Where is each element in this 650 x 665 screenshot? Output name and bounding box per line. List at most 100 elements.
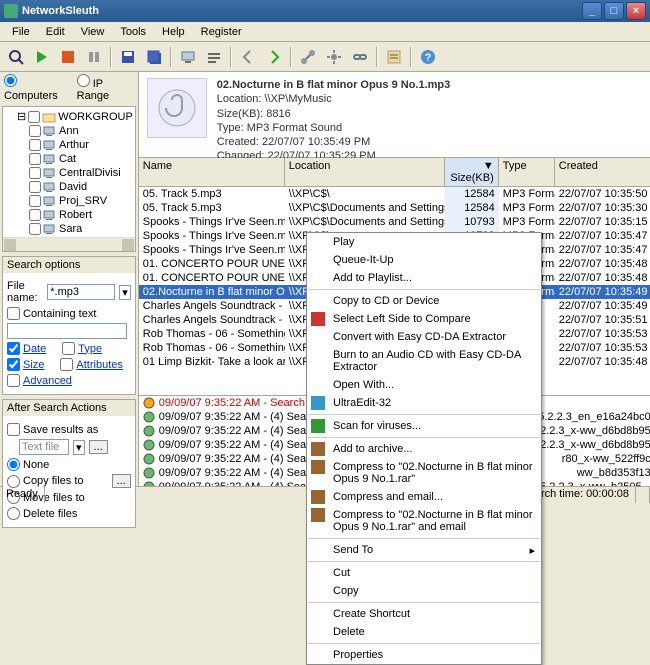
- filename-input[interactable]: [47, 284, 115, 300]
- options-button[interactable]: [382, 45, 406, 69]
- computers-radio[interactable]: Computers: [4, 74, 69, 102]
- help-button[interactable]: ?: [416, 45, 440, 69]
- detail-size: Size(KB): 8816: [217, 107, 450, 121]
- list-header[interactable]: Name Location ▼ Size(KB) Type Created: [139, 158, 650, 187]
- containing-check[interactable]: Containing text: [7, 307, 96, 320]
- context-item[interactable]: Scan for viruses...: [307, 417, 541, 435]
- context-item[interactable]: Compress and email...: [307, 488, 541, 506]
- context-item[interactable]: Copy to CD or Device: [307, 292, 541, 310]
- log-icon: [143, 411, 155, 423]
- link-button[interactable]: [348, 45, 372, 69]
- save-results-check[interactable]: Save results as: [7, 423, 98, 436]
- context-item[interactable]: Compress to "02.Nocturne in B flat minor…: [307, 506, 541, 536]
- computers-button[interactable]: [176, 45, 200, 69]
- iprange-radio[interactable]: IP Range: [77, 74, 134, 102]
- context-menu[interactable]: PlayQueue-It-UpAdd to Playlist... Copy to…: [306, 232, 542, 665]
- tree-item[interactable]: Proj_SRV: [5, 194, 133, 208]
- context-item[interactable]: Properties: [307, 646, 541, 664]
- svg-text:?: ?: [425, 52, 432, 64]
- detail-pane: 02.Nocturne in B flat minor Opus 9 No.1.…: [139, 72, 650, 158]
- context-item[interactable]: Create Shortcut: [307, 605, 541, 623]
- search-options-header: Search options: [3, 257, 135, 273]
- context-icon: [311, 490, 325, 504]
- save-button[interactable]: [116, 45, 140, 69]
- context-item[interactable]: Send To: [307, 541, 541, 559]
- tree-item[interactable]: Sara: [5, 222, 133, 236]
- col-size[interactable]: ▼ Size(KB): [445, 158, 499, 186]
- maximize-button[interactable]: □: [604, 2, 624, 20]
- date-check[interactable]: Date: [7, 342, 46, 355]
- context-icon: [311, 442, 325, 456]
- menu-help[interactable]: Help: [154, 24, 193, 39]
- context-item[interactable]: Play: [307, 233, 541, 251]
- filename-dropdown-icon[interactable]: ▾: [119, 285, 131, 300]
- log-icon: [143, 481, 155, 486]
- attributes-check[interactable]: Attributes: [60, 358, 122, 371]
- context-item[interactable]: Compress to "02.Nocturne in B flat minor…: [307, 458, 541, 488]
- size-check[interactable]: Size: [7, 358, 44, 371]
- context-item[interactable]: Add to Playlist...: [307, 269, 541, 287]
- context-item[interactable]: Open With...: [307, 376, 541, 394]
- type-check[interactable]: Type: [62, 342, 102, 355]
- play-button[interactable]: [30, 45, 54, 69]
- context-item[interactable]: Copy: [307, 582, 541, 600]
- context-icon: [311, 508, 325, 522]
- context-item[interactable]: Cut: [307, 564, 541, 582]
- tree-item[interactable]: David: [5, 180, 133, 194]
- advanced-check[interactable]: Advanced: [7, 374, 72, 387]
- after-search-header: After Search Actions: [3, 400, 135, 416]
- menu-tools[interactable]: Tools: [112, 24, 154, 39]
- delete-radio[interactable]: Delete files: [7, 507, 77, 520]
- minimize-button[interactable]: _: [582, 2, 602, 20]
- col-name[interactable]: Name: [139, 158, 285, 186]
- network-button[interactable]: [296, 45, 320, 69]
- save-type-select[interactable]: [19, 439, 69, 455]
- tree-root[interactable]: ⊟WORKGROUP: [5, 109, 133, 124]
- context-item[interactable]: Add to archive...: [307, 440, 541, 458]
- window-title: NetworkSleuth: [22, 5, 99, 17]
- computer-tree[interactable]: ⊟WORKGROUPAnnArthurCatCentralDivisiDavid…: [3, 107, 135, 237]
- tree-item[interactable]: CentralDivisi: [5, 166, 133, 180]
- copy-browse-button[interactable]: ...: [112, 474, 131, 488]
- forward-button[interactable]: [262, 45, 286, 69]
- format-button[interactable]: [202, 45, 226, 69]
- context-item[interactable]: UltraEdit-32: [307, 394, 541, 412]
- stop-button[interactable]: [56, 45, 80, 69]
- menu-edit[interactable]: Edit: [38, 24, 73, 39]
- context-item[interactable]: Queue-It-Up: [307, 251, 541, 269]
- col-created[interactable]: Created: [555, 158, 650, 186]
- save-browse-button[interactable]: ...: [89, 440, 108, 454]
- menu-view[interactable]: View: [73, 24, 113, 39]
- back-button[interactable]: [236, 45, 260, 69]
- tree-item[interactable]: Cat: [5, 152, 133, 166]
- resize-grip-icon[interactable]: [636, 487, 650, 503]
- col-location[interactable]: Location: [285, 158, 445, 186]
- menu-file[interactable]: File: [4, 24, 38, 39]
- list-row[interactable]: 05. Track 5.mp3\\XP\C$\Documents and Set…: [139, 201, 650, 215]
- context-item[interactable]: Burn to an Audio CD with Easy CD-DA Extr…: [307, 346, 541, 376]
- search-button[interactable]: [4, 45, 28, 69]
- tree-hscroll[interactable]: [3, 237, 135, 251]
- copy-radio[interactable]: Copy files to: [7, 475, 84, 488]
- context-icon: [311, 312, 325, 326]
- containing-input[interactable]: [7, 323, 127, 339]
- save-type-dropdown-icon[interactable]: ▾: [73, 440, 85, 455]
- log-icon: [143, 453, 155, 465]
- pause-button[interactable]: [82, 45, 106, 69]
- col-type[interactable]: Type: [499, 158, 555, 186]
- settings-button[interactable]: [322, 45, 346, 69]
- list-row[interactable]: Spooks - Things Ir've Seen.mp3\\XP\C$\Do…: [139, 215, 650, 229]
- save-all-button[interactable]: [142, 45, 166, 69]
- menu-register[interactable]: Register: [193, 24, 250, 39]
- list-row[interactable]: 05. Track 5.mp3\\XP\C$\12584MP3 Format S…: [139, 187, 650, 201]
- context-item[interactable]: Select Left Side to Compare: [307, 310, 541, 328]
- detail-title: 02.Nocturne in B flat minor Opus 9 No.1.…: [217, 79, 450, 91]
- none-radio[interactable]: None: [7, 458, 49, 471]
- context-item[interactable]: Convert with Easy CD-DA Extractor: [307, 328, 541, 346]
- context-item[interactable]: Delete: [307, 623, 541, 641]
- tree-item[interactable]: Ann: [5, 124, 133, 138]
- close-button[interactable]: ×: [626, 2, 646, 20]
- tree-item[interactable]: Arthur: [5, 138, 133, 152]
- context-icon: [311, 419, 325, 433]
- tree-item[interactable]: Robert: [5, 208, 133, 222]
